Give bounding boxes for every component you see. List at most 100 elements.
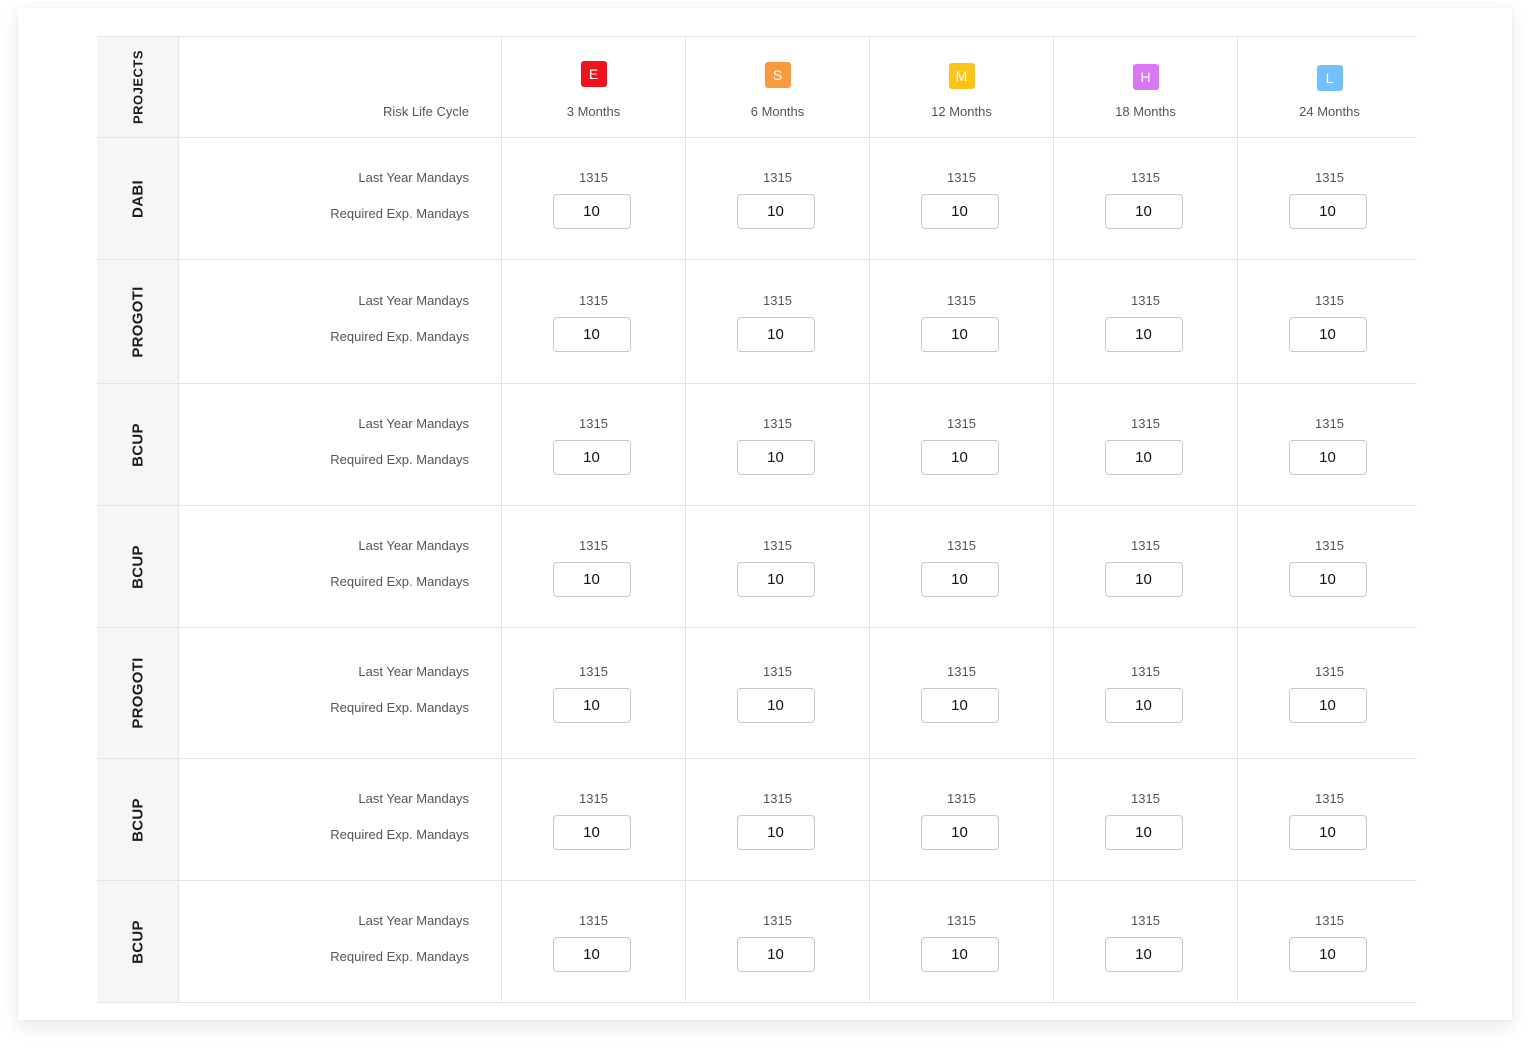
mandays-cell: 1315 10 [502,759,686,880]
required-exp-mandays-input[interactable]: 10 [1288,562,1367,597]
mandays-cell: 1315 10 [1054,260,1238,383]
mandays-cell: 1315 10 [1238,138,1421,259]
mandays-cell: 1315 10 [502,384,686,505]
row-labels-cell: Last Year Mandays Required Exp. Mandays [179,260,502,383]
required-exp-mandays-label: Required Exp. Mandays [330,329,469,344]
project-row: PROGOTI Last Year Mandays Required Exp. Ma… [97,259,1417,383]
risk-life-cycle-label: Risk Life Cycle [383,104,469,119]
last-year-mandays-label: Last Year Mandays [358,416,469,431]
mandays-cell: 1315 10 [1054,759,1238,880]
required-exp-mandays-input[interactable]: 10 [552,815,631,850]
project-name: BCUP [129,544,146,589]
last-year-mandays-value: 1315 [1315,170,1344,185]
period-column-header: E 3 Months [502,37,686,137]
required-exp-mandays-input[interactable]: 10 [920,317,999,352]
last-year-mandays-value: 1315 [1131,538,1160,553]
risk-level-badge: H [1132,64,1159,90]
required-exp-mandays-input[interactable]: 10 [1288,815,1367,850]
period-label: 3 Months [566,104,621,119]
required-exp-mandays-label: Required Exp. Mandays [330,827,469,842]
period-label: 18 Months [1115,104,1176,119]
required-exp-mandays-input[interactable]: 10 [1104,194,1183,229]
last-year-mandays-value: 1315 [763,913,792,928]
last-year-mandays-value: 1315 [1315,293,1344,308]
required-exp-mandays-input[interactable]: 10 [920,194,999,229]
project-name-cell: PROGOTI [97,260,179,383]
projects-header-label: PROJECTS [130,49,145,125]
project-name-cell: PROGOTI [97,628,179,758]
period-label: 24 Months [1299,104,1360,119]
last-year-mandays-value: 1315 [579,791,608,806]
row-labels-cell: Last Year Mandays Required Exp. Mandays [179,506,502,627]
mandays-cell: 1315 10 [502,881,686,1002]
required-exp-mandays-input[interactable]: 10 [1288,317,1367,352]
risk-level-badge: E [580,61,607,87]
required-exp-mandays-input[interactable]: 10 [552,688,631,723]
risk-life-cycle-header: Risk Life Cycle [179,37,502,137]
required-exp-mandays-input[interactable]: 10 [1288,688,1367,723]
mandays-cell: 1315 10 [1054,881,1238,1002]
last-year-mandays-value: 1315 [947,913,976,928]
last-year-mandays-value: 1315 [1131,170,1160,185]
required-exp-mandays-input[interactable]: 10 [736,937,815,972]
projects-column-header: PROJECTS [97,37,179,137]
period-column-header: L 24 Months [1238,37,1421,137]
required-exp-mandays-input[interactable]: 10 [736,194,815,229]
required-exp-mandays-input[interactable]: 10 [552,937,631,972]
required-exp-mandays-input[interactable]: 10 [552,317,631,352]
required-exp-mandays-input[interactable]: 10 [920,688,999,723]
last-year-mandays-label: Last Year Mandays [358,293,469,308]
mandays-cell: 1315 10 [870,506,1054,627]
project-row: PROGOTI Last Year Mandays Required Exp. Ma… [97,627,1417,758]
required-exp-mandays-input[interactable]: 10 [1104,688,1183,723]
required-exp-mandays-input[interactable]: 10 [1288,440,1367,475]
header-row: PROJECTS Risk Life Cycle E 3 Months S 6 Month… [97,36,1417,137]
required-exp-mandays-input[interactable]: 10 [1104,562,1183,597]
required-exp-mandays-input[interactable]: 10 [1288,194,1367,229]
required-exp-mandays-input[interactable]: 10 [920,440,999,475]
required-exp-mandays-input[interactable]: 10 [736,815,815,850]
required-exp-mandays-input[interactable]: 10 [1104,317,1183,352]
last-year-mandays-value: 1315 [1315,913,1344,928]
mandays-cell: 1315 10 [870,759,1054,880]
last-year-mandays-value: 1315 [1131,416,1160,431]
risk-level-badge: S [764,62,791,88]
required-exp-mandays-input[interactable]: 10 [736,317,815,352]
mandays-cell: 1315 10 [870,881,1054,1002]
mandays-cell: 1315 10 [1238,260,1421,383]
mandays-cell: 1315 10 [686,506,870,627]
last-year-mandays-value: 1315 [763,416,792,431]
required-exp-mandays-input[interactable]: 10 [552,562,631,597]
required-exp-mandays-input[interactable]: 10 [920,562,999,597]
mandays-cell: 1315 10 [1238,506,1421,627]
last-year-mandays-value: 1315 [579,913,608,928]
mandays-cell: 1315 10 [686,384,870,505]
row-labels-cell: Last Year Mandays Required Exp. Mandays [179,881,502,1002]
period-label: 12 Months [931,104,992,119]
last-year-mandays-value: 1315 [763,538,792,553]
last-year-mandays-value: 1315 [1315,538,1344,553]
last-year-mandays-value: 1315 [947,416,976,431]
required-exp-mandays-input[interactable]: 10 [1104,440,1183,475]
required-exp-mandays-input[interactable]: 10 [920,815,999,850]
required-exp-mandays-input[interactable]: 10 [552,440,631,475]
row-labels-cell: Last Year Mandays Required Exp. Mandays [179,384,502,505]
mandays-cell: 1315 10 [870,260,1054,383]
period-label: 6 Months [750,104,805,119]
required-exp-mandays-input[interactable]: 10 [552,194,631,229]
project-row: BCUP Last Year Mandays Required Exp. Manda… [97,758,1417,880]
required-exp-mandays-input[interactable]: 10 [736,688,815,723]
period-column-header: M 12 Months [870,37,1054,137]
last-year-mandays-value: 1315 [763,293,792,308]
project-name: BCUP [129,422,146,467]
last-year-mandays-value: 1315 [579,170,608,185]
required-exp-mandays-input[interactable]: 10 [736,562,815,597]
row-labels-cell: Last Year Mandays Required Exp. Mandays [179,628,502,758]
required-exp-mandays-input[interactable]: 10 [1288,937,1367,972]
mandays-cell: 1315 10 [686,138,870,259]
required-exp-mandays-input[interactable]: 10 [1104,937,1183,972]
required-exp-mandays-input[interactable]: 10 [920,937,999,972]
required-exp-mandays-input[interactable]: 10 [736,440,815,475]
required-exp-mandays-input[interactable]: 10 [1104,815,1183,850]
last-year-mandays-value: 1315 [763,791,792,806]
